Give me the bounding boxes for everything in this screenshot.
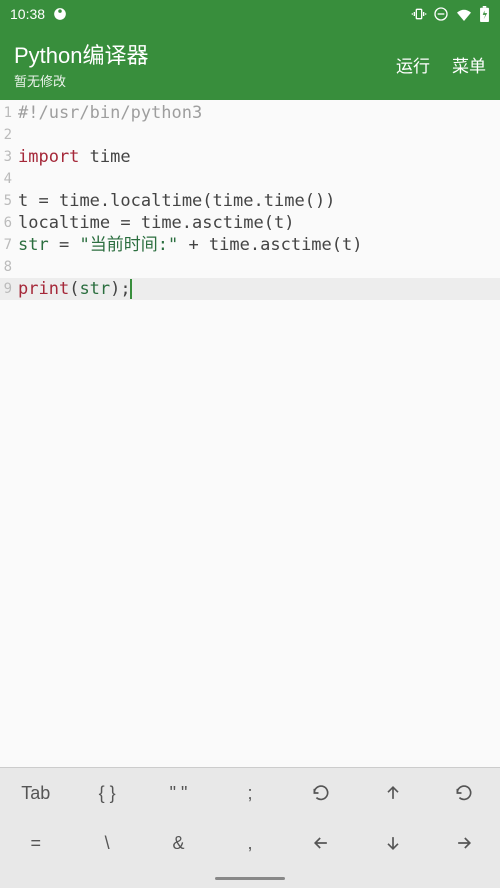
kb-key-arrow-right-icon[interactable]	[429, 818, 500, 868]
kb-key[interactable]: { }	[71, 768, 142, 818]
cursor	[130, 279, 132, 299]
kb-key[interactable]: ;	[214, 768, 285, 818]
line-number: 5	[0, 190, 16, 212]
code-editor[interactable]: 1#!/usr/bin/python323import time45t = ti…	[0, 100, 500, 767]
code-line[interactable]: 6localtime = time.asctime(t)	[0, 212, 500, 234]
code-line[interactable]: 5t = time.localtime(time.time())	[0, 190, 500, 212]
code-line[interactable]: 1#!/usr/bin/python3	[0, 102, 500, 124]
code-content[interactable]: print(str);	[16, 278, 500, 300]
kb-key-arrow-down-icon[interactable]	[357, 818, 428, 868]
code-content[interactable]: t = time.localtime(time.time())	[16, 190, 500, 212]
code-content[interactable]	[16, 124, 500, 146]
line-number: 7	[0, 234, 16, 256]
kb-key[interactable]: &	[143, 818, 214, 868]
run-button[interactable]: 运行	[396, 52, 430, 77]
kb-key-arrow-left-icon[interactable]	[286, 818, 357, 868]
menu-button[interactable]: 菜单	[452, 52, 486, 77]
kb-key[interactable]: =	[0, 818, 71, 868]
code-content[interactable]	[16, 256, 500, 278]
vibrate-icon	[411, 6, 427, 22]
code-content[interactable]	[16, 168, 500, 190]
battery-icon	[479, 6, 490, 22]
status-bar: 10:38	[0, 0, 500, 28]
code-line[interactable]: 7str = "当前时间:" + time.asctime(t)	[0, 234, 500, 256]
code-line[interactable]: 3import time	[0, 146, 500, 168]
line-number: 6	[0, 212, 16, 234]
kb-key[interactable]: Tab	[0, 768, 71, 818]
status-time: 10:38	[10, 6, 45, 22]
app-header: Python编译器 暂无修改 运行 菜单	[0, 28, 500, 100]
line-number: 2	[0, 124, 16, 146]
wifi-icon	[455, 7, 473, 21]
kb-key[interactable]: \	[71, 818, 142, 868]
line-number: 9	[0, 278, 16, 300]
code-line[interactable]: 8	[0, 256, 500, 278]
dnd-icon	[433, 6, 449, 22]
shortcut-keyboard: Tab{ }" "; =\&,	[0, 767, 500, 868]
kb-key-refresh-icon[interactable]	[429, 768, 500, 818]
code-content[interactable]: #!/usr/bin/python3	[16, 102, 500, 124]
code-line[interactable]: 4	[0, 168, 500, 190]
line-number: 3	[0, 146, 16, 168]
code-line[interactable]: 9print(str);	[0, 278, 500, 300]
kb-key-refresh-icon[interactable]	[286, 768, 357, 818]
code-content[interactable]: localtime = time.asctime(t)	[16, 212, 500, 234]
kb-key-arrow-up-icon[interactable]	[357, 768, 428, 818]
nav-handle[interactable]	[215, 877, 285, 880]
line-number: 1	[0, 102, 16, 124]
code-line[interactable]: 2	[0, 124, 500, 146]
code-content[interactable]: import time	[16, 146, 500, 168]
nav-bar	[0, 868, 500, 888]
code-content[interactable]: str = "当前时间:" + time.asctime(t)	[16, 234, 500, 256]
app-title: Python编译器	[14, 38, 149, 70]
kb-key[interactable]: " "	[143, 768, 214, 818]
line-number: 4	[0, 168, 16, 190]
file-status: 暂无修改	[14, 71, 149, 90]
kb-key[interactable]: ,	[214, 818, 285, 868]
app-indicator-icon	[53, 7, 67, 21]
line-number: 8	[0, 256, 16, 278]
